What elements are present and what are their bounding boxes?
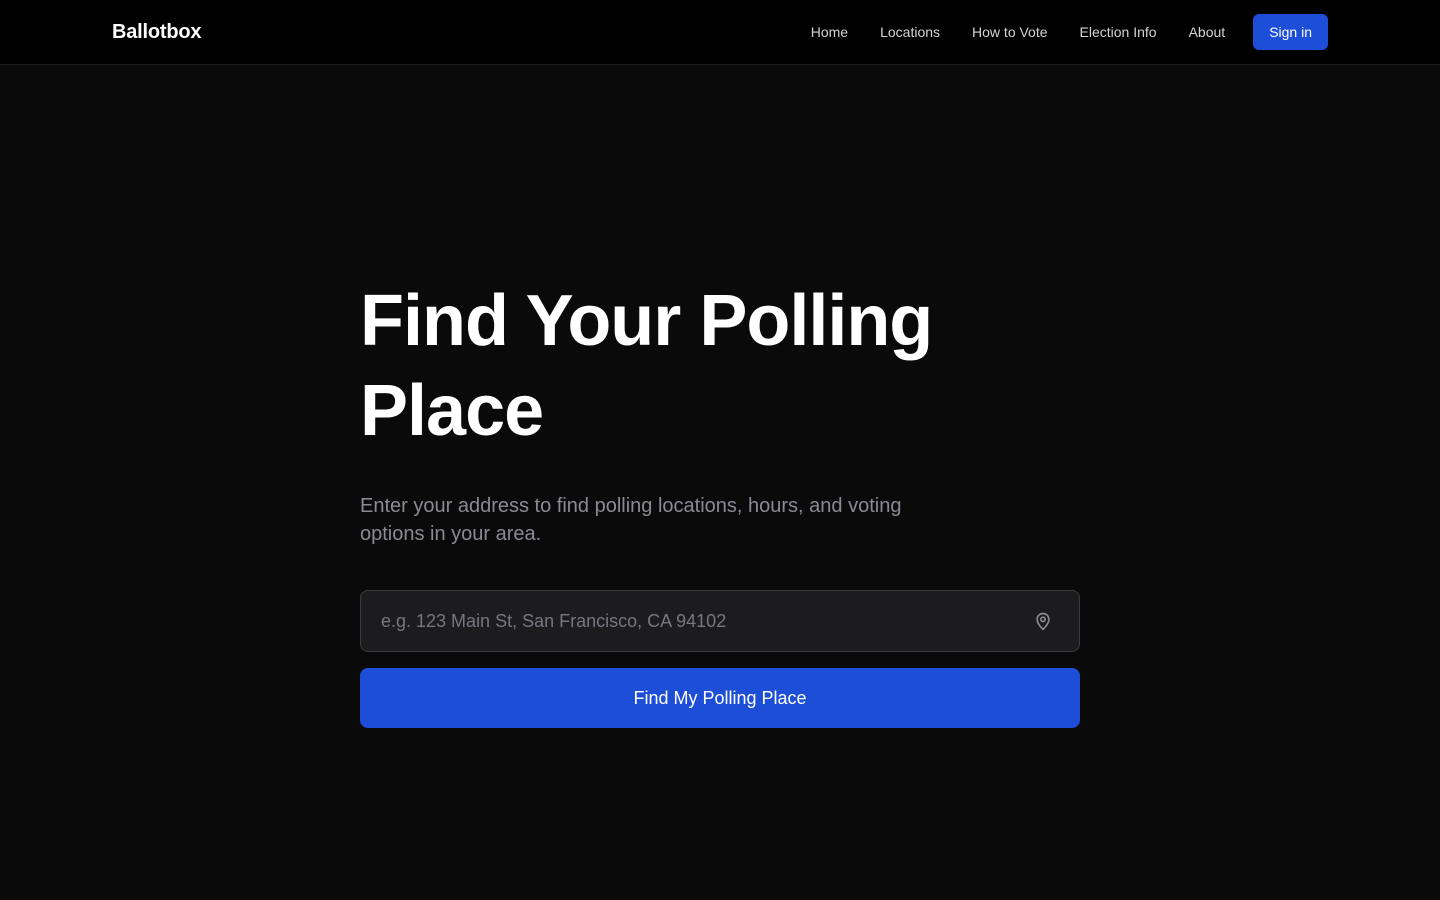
find-polling-place-button[interactable]: Find My Polling Place <box>360 668 1080 728</box>
nav-link-home[interactable]: Home <box>811 14 848 50</box>
address-search-box <box>360 590 1080 652</box>
nav-link-about[interactable]: About <box>1189 14 1226 50</box>
hero-section: Find Your Polling Place Enter your addre… <box>360 276 1080 728</box>
sign-in-button[interactable]: Sign in <box>1253 14 1328 50</box>
nav-link-how-to-vote[interactable]: How to Vote <box>972 14 1048 50</box>
main-nav: Home Locations How to Vote Election Info… <box>811 14 1328 50</box>
address-search-input[interactable] <box>361 591 1033 651</box>
brand-logo-text[interactable]: Ballotbox <box>112 20 202 44</box>
nav-link-election-info[interactable]: Election Info <box>1080 14 1157 50</box>
nav-link-locations[interactable]: Locations <box>880 14 940 50</box>
map-pin-icon <box>1033 611 1053 631</box>
page-title: Find Your Polling Place <box>360 281 933 451</box>
top-navigation-bar: Ballotbox Home Locations How to Vote Ele… <box>0 0 1440 65</box>
hero-subtitle: Enter your address to find polling locat… <box>360 495 902 545</box>
